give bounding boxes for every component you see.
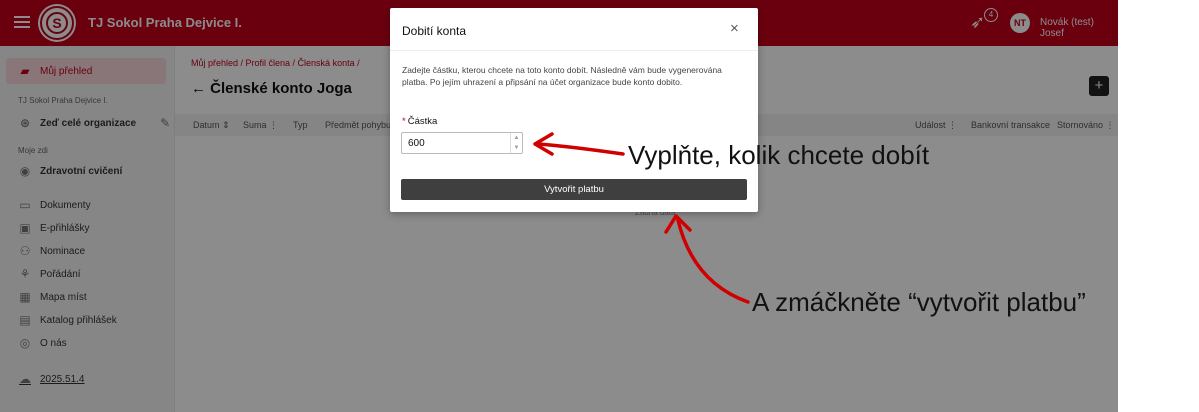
arrow-to-button <box>676 218 750 304</box>
annotation-arrows <box>533 132 750 304</box>
callout-button: A zmáčkněte “vytvořit platbu” <box>752 287 1086 317</box>
callout-amount: Vyplňte, kolik chcete dobít <box>628 140 930 170</box>
